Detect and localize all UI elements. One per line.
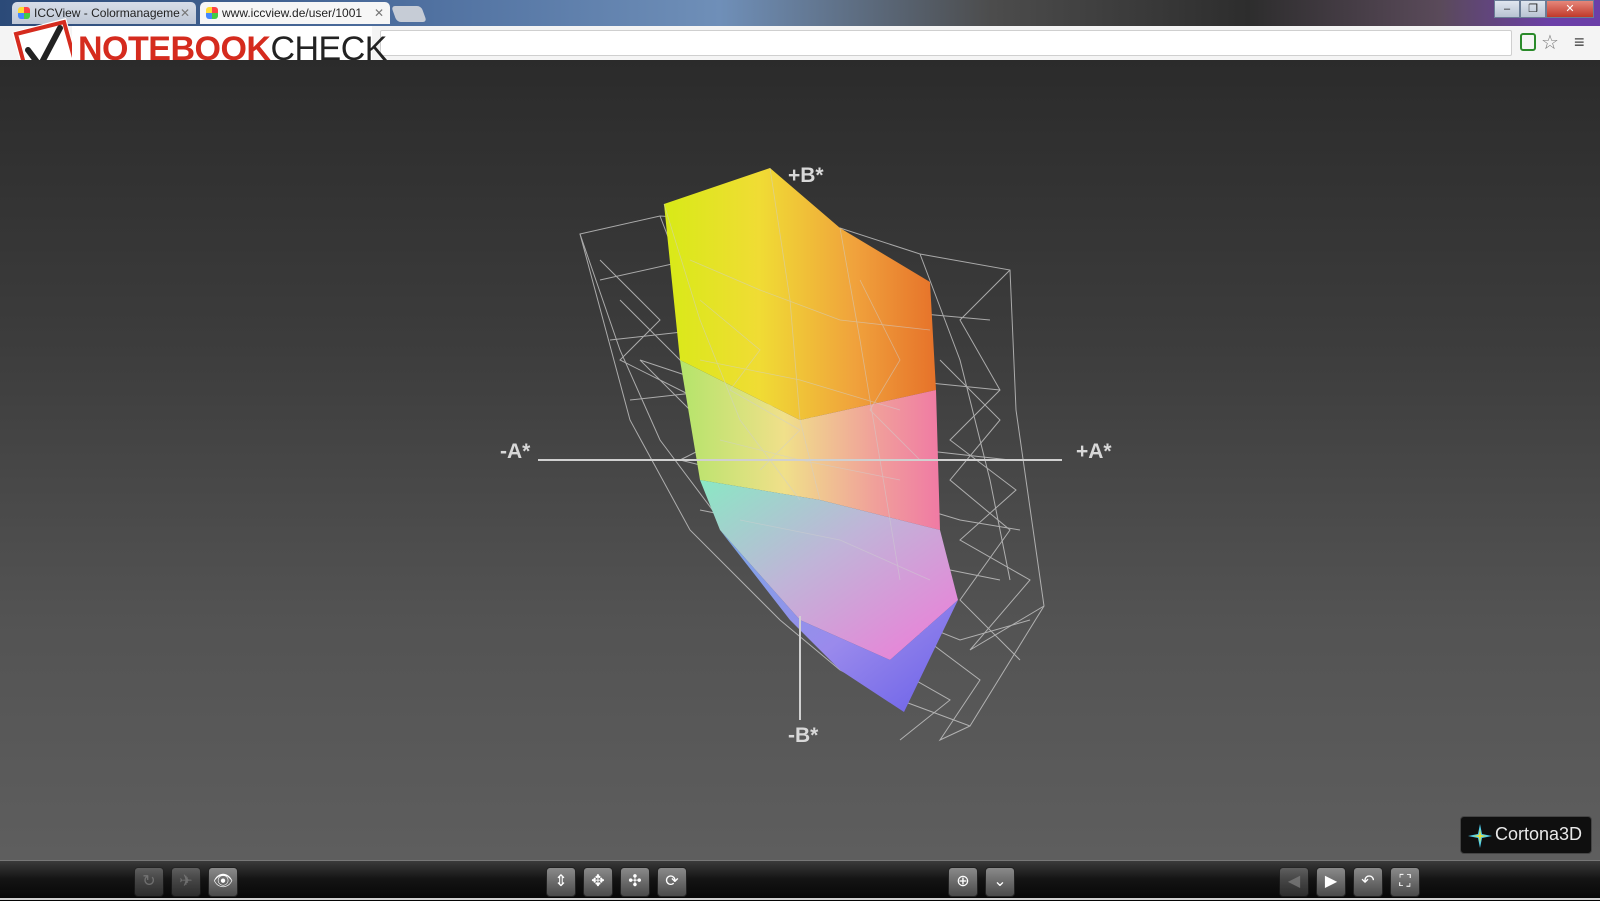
axis-label-plus-a: +A* <box>1076 440 1112 463</box>
extension-icon[interactable] <box>1520 33 1536 51</box>
axis-label-minus-b: -B* <box>788 724 819 747</box>
plan-icon[interactable]: ⇕ <box>546 867 576 897</box>
chrome-menu-icon[interactable]: ≡ <box>1574 32 1585 53</box>
axis-label-minus-a: -A* <box>500 440 531 463</box>
pan-icon[interactable]: ✥ <box>583 867 613 897</box>
cortona-brand-text: Cortona3D <box>1495 824 1583 844</box>
next-view-icon[interactable]: ▶ <box>1316 867 1346 897</box>
gamut-3d-viewport[interactable]: +B* -A* +A* -B* Cortona3D <box>0 60 1600 860</box>
goto-icon[interactable]: ⊕ <box>948 867 978 897</box>
new-tab-button[interactable] <box>391 6 427 22</box>
axis-label-plus-b: +B* <box>788 164 824 187</box>
minimize-button[interactable]: ‒ <box>1494 0 1520 18</box>
navigation-toolbar: ↻ ✈ 👁 ⇕ ✥ ✣ ⟳ ⊕ ⌄ ◀ ▶ ↶ ⛶ <box>0 860 1600 901</box>
restore-button[interactable]: ❐ <box>1520 0 1546 18</box>
walk-icon[interactable]: ↻ <box>134 867 164 897</box>
restore-view-icon[interactable]: ↶ <box>1353 867 1383 897</box>
bookmark-star-icon[interactable]: ☆ <box>1541 30 1559 55</box>
gamut-solid <box>664 168 958 712</box>
roll-icon[interactable]: ⟳ <box>657 867 687 897</box>
previous-view-icon[interactable]: ◀ <box>1279 867 1309 897</box>
cortona-star-icon <box>1468 824 1492 848</box>
align-icon[interactable]: ⌄ <box>985 867 1015 897</box>
close-button[interactable]: ✕ <box>1546 0 1594 18</box>
study-icon[interactable]: 👁 <box>208 867 238 897</box>
fly-icon[interactable]: ✈ <box>171 867 201 897</box>
cortona3d-badge[interactable]: Cortona3D <box>1460 816 1592 854</box>
address-bar[interactable] <box>380 30 1512 56</box>
fit-view-icon[interactable]: ⛶ <box>1390 867 1420 897</box>
turn-icon[interactable]: ✣ <box>620 867 650 897</box>
